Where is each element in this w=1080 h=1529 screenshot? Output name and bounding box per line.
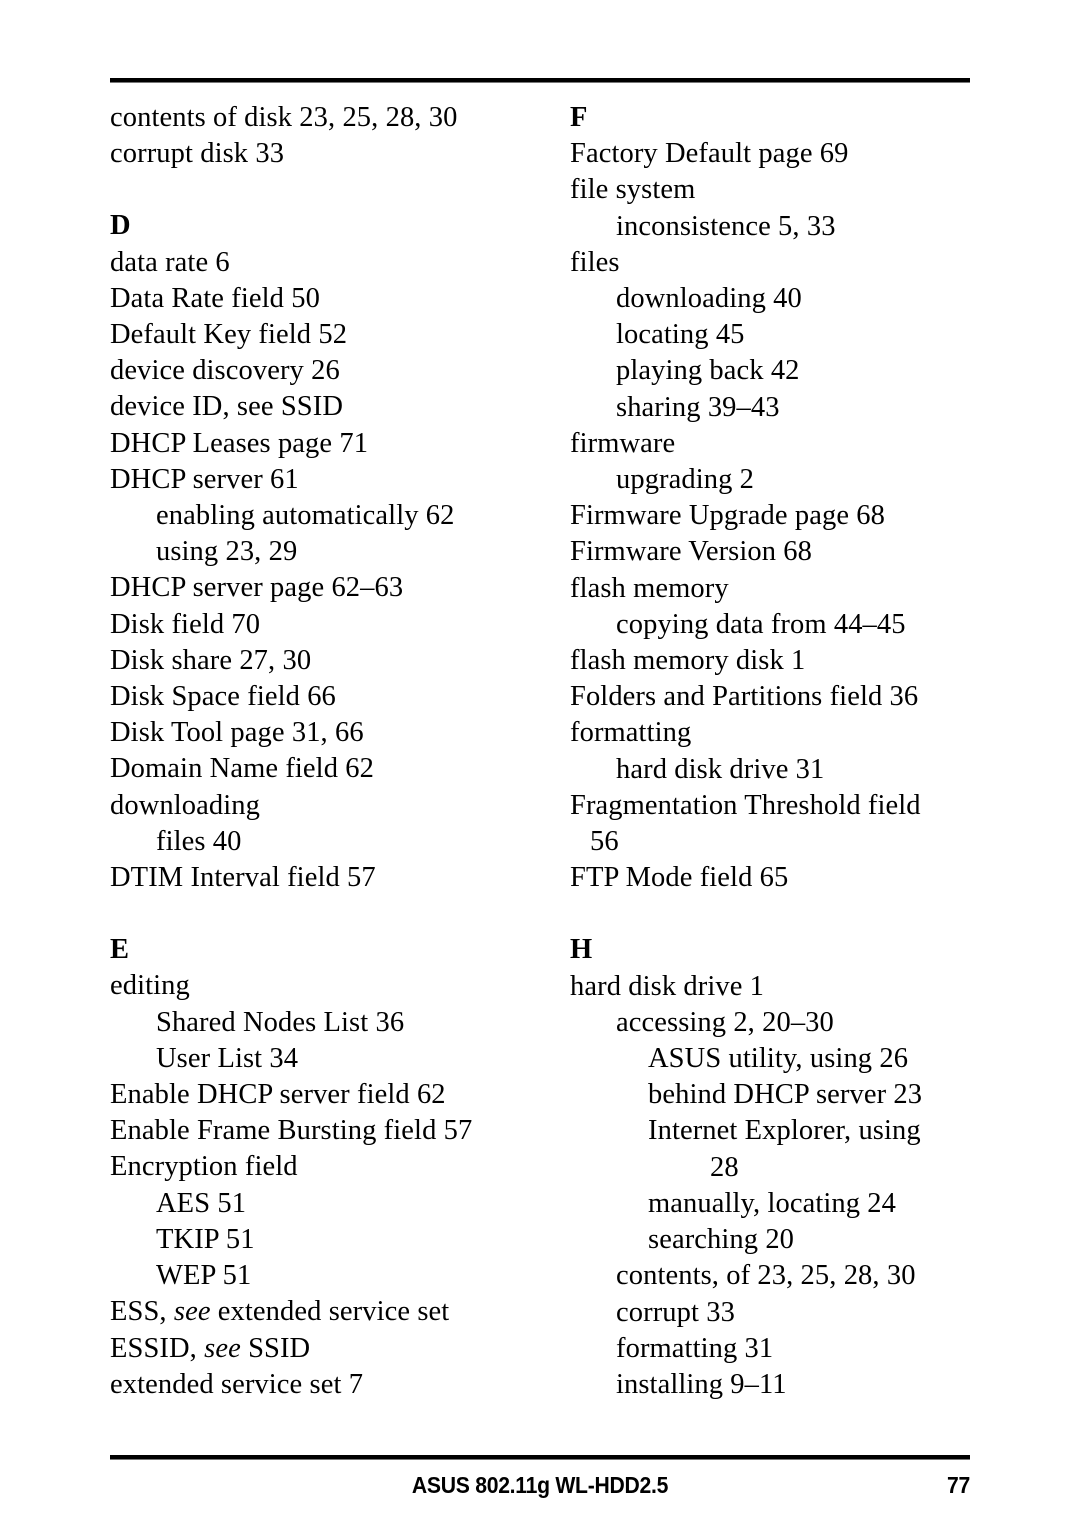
index-entry: enabling automatically 62 — [156, 500, 455, 532]
index-entry-see: see — [173, 1296, 211, 1328]
index-entry: Enable DHCP server field 62 — [110, 1079, 446, 1111]
index-entry-target: SSID — [240, 1332, 311, 1364]
index-entry: Default Key field 52 — [110, 319, 348, 351]
index-entry: corrupt 33 — [616, 1296, 735, 1328]
index-entry: using 23, 29 — [156, 536, 298, 568]
index-entry: WEP 51 — [156, 1260, 252, 1292]
index-entry: upgrading 2 — [616, 464, 755, 496]
index-columns: contents of disk 23, 25, 28, 30 corrupt d… — [110, 100, 970, 1403]
index-letter-heading: D — [110, 210, 131, 242]
footer-product-title: ASUS 802.11g WL-HDD2.5 — [411, 1472, 669, 1498]
index-entry: downloading — [110, 789, 260, 821]
index-entry: Enable Frame Bursting field 57 — [110, 1115, 473, 1147]
index-entry: device ID, see SSID — [110, 391, 344, 423]
index-entry: copying data from 44–45 — [616, 608, 906, 640]
index-entry: DHCP server 61 — [110, 463, 299, 495]
index-entry: TKIP 51 — [156, 1223, 255, 1255]
index-entry: FTP Mode field 65 — [570, 862, 789, 894]
index-entry-text: ESS, — [110, 1296, 174, 1328]
index-entry: ESS, see extended service set — [110, 1294, 525, 1330]
index-entry: Firmware Upgrade page 68 — [570, 500, 885, 532]
index-entry: ESSID, see SSID — [110, 1331, 525, 1367]
index-entry: behind DHCP server 23 — [648, 1079, 923, 1111]
page-footer: ASUS 802.11g WL-HDD2.5 77 — [110, 1472, 970, 1506]
index-entry: corrupt disk 33 — [110, 138, 285, 170]
index-entry: hard disk drive 31 — [616, 753, 825, 785]
index-entry: downloading 40 — [616, 283, 802, 315]
index-entry: data rate 6 — [110, 246, 230, 278]
index-entry: DHCP Leases page 71 — [110, 427, 369, 459]
index-column-right: F Factory Default page 69 file system incon… — [570, 100, 985, 1403]
index-entry: firmware — [570, 427, 676, 459]
index-entry: Firmware Version 68 — [570, 536, 813, 568]
index-entry: formatting 31 — [616, 1332, 774, 1364]
footer-rule — [110, 1455, 970, 1460]
index-entry: manually, locating 24 — [648, 1187, 896, 1219]
index-letter-heading: E — [110, 934, 130, 966]
footer-page-number: 77 — [947, 1472, 970, 1498]
index-entry: flash memory disk 1 — [570, 645, 806, 677]
index-entry: sharing 39–43 — [616, 391, 780, 423]
index-entry: ASUS utility, using 26 — [648, 1043, 909, 1075]
index-entry: searching 20 — [648, 1224, 795, 1256]
index-entry: contents, of 23, 25, 28, 30 — [616, 1260, 916, 1292]
index-entry-target: extended service set — [210, 1296, 450, 1328]
index-entry: AES 51 — [156, 1187, 247, 1219]
index-entry-see: see — [204, 1332, 241, 1364]
index-entry: accessing 2, 20–30 — [616, 1006, 834, 1038]
index-entry: installing 9–11 — [616, 1368, 787, 1400]
index-entry: Folders and Partitions field 36 — [570, 681, 919, 713]
index-entry: DHCP server page 62–63 — [110, 572, 404, 604]
index-entry-text: ESSID, — [110, 1332, 205, 1364]
index-entry: Domain Name field 62 — [110, 753, 374, 785]
index-entry: editing — [110, 970, 190, 1002]
index-entry: Factory Default page 69 — [570, 138, 849, 170]
index-entry: Disk share 27, 30 — [110, 644, 312, 676]
index-entry: playing back 42 — [616, 355, 800, 387]
index-entry: Fragmentation Threshold field — [570, 789, 921, 821]
index-entry: Data Rate field 50 — [110, 282, 320, 314]
header-rule — [110, 78, 970, 83]
index-entry: files 40 — [156, 825, 242, 857]
index-entry: Encryption field — [110, 1151, 298, 1183]
index-entry: device discovery 26 — [110, 355, 340, 387]
index-entry: locating 45 — [616, 319, 745, 351]
index-entry: contents of disk 23, 25, 28, 30 — [110, 102, 458, 133]
index-entry: files — [570, 246, 620, 278]
index-entry: 56 — [590, 826, 619, 858]
index-entry: Shared Nodes List 36 — [156, 1006, 405, 1038]
index-entry: Disk Space field 66 — [110, 681, 336, 713]
index-entry: formatting — [570, 717, 692, 749]
index-entry: Disk field 70 — [110, 608, 261, 640]
index-entry: file system — [570, 174, 696, 206]
index-page: contents of disk 23, 25, 28, 30 corrupt d… — [0, 0, 1080, 1529]
index-entry: User List 34 — [156, 1042, 299, 1074]
index-letter-heading: H — [570, 934, 593, 966]
index-entry: 28 — [710, 1151, 739, 1183]
index-entry: flash memory — [570, 572, 729, 604]
index-entry: hard disk drive 1 — [570, 970, 765, 1002]
index-column-left: contents of disk 23, 25, 28, 30 corrupt d… — [110, 100, 525, 1403]
index-entry: inconsistence 5, 33 — [616, 210, 836, 242]
index-entry: DTIM Interval field 57 — [110, 862, 376, 894]
index-entry: extended service set 7 — [110, 1368, 364, 1400]
index-letter-heading: F — [570, 102, 588, 133]
index-entry: Internet Explorer, using — [648, 1115, 921, 1147]
index-entry: Disk Tool page 31, 66 — [110, 717, 364, 749]
